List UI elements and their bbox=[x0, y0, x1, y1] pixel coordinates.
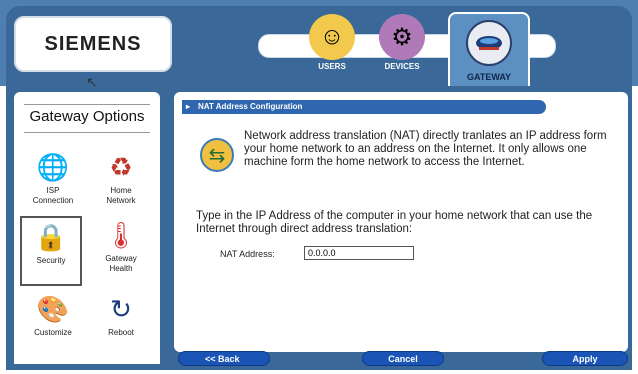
option-home-network[interactable]: ♻ Home Network bbox=[90, 148, 152, 218]
option-label: Health bbox=[109, 264, 133, 273]
nat-address-label: NAT Address: bbox=[220, 249, 275, 259]
siemens-logo: SIEMENS bbox=[14, 16, 172, 72]
option-label: Reboot bbox=[108, 328, 134, 337]
section-title: NAT Address Configuration bbox=[198, 102, 303, 111]
option-label: Network bbox=[106, 196, 136, 205]
tab-devices[interactable]: ⚙ DEVICES bbox=[367, 14, 437, 80]
globe-icon: 🌐 bbox=[36, 151, 70, 182]
divider bbox=[24, 132, 150, 133]
tab-devices-label: DEVICES bbox=[384, 62, 420, 71]
nat-description: Network address translation (NAT) direct… bbox=[244, 130, 607, 168]
tab-users[interactable]: ☺ USERS bbox=[297, 14, 367, 80]
sidebar-title: Gateway Options bbox=[29, 108, 145, 125]
option-label: ISP bbox=[46, 186, 60, 195]
back-button[interactable]: << Back bbox=[178, 351, 270, 366]
apply-button[interactable]: Apply bbox=[542, 351, 628, 366]
tab-gateway[interactable]: GATEWAY bbox=[448, 12, 530, 86]
cancel-button[interactable]: Cancel bbox=[362, 351, 444, 366]
gateway-options-sidebar: Gateway Options 🌐 ISP Connection ♻ Home … bbox=[6, 86, 166, 370]
tab-gateway-label: GATEWAY bbox=[466, 72, 511, 82]
lock-icon: 🔒 bbox=[34, 221, 68, 252]
tab-users-label: USERS bbox=[318, 62, 346, 71]
sidebar-panel: Gateway Options 🌐 ISP Connection ♻ Home … bbox=[14, 92, 160, 364]
reboot-icon: ↻ bbox=[110, 293, 132, 324]
nat-instruction: Type in the IP Address of the computer i… bbox=[196, 210, 593, 235]
top-header: SIEMENS ↖ ☺ USERS ⚙ DEVICES GATEWAY bbox=[0, 0, 638, 90]
option-security[interactable]: 🔒 Security bbox=[20, 216, 82, 286]
option-gateway-health[interactable]: 🌡 Gateway Health bbox=[90, 216, 152, 286]
option-label: Customize bbox=[34, 328, 72, 337]
nat-address-input[interactable] bbox=[304, 246, 414, 260]
divider bbox=[24, 104, 150, 105]
option-label: Security bbox=[36, 256, 66, 265]
gateway-icon bbox=[466, 20, 512, 66]
main-content-area: ▸ NAT Address Configuration ⇆ Network ad… bbox=[166, 86, 632, 370]
option-isp-connection[interactable]: 🌐 ISP Connection bbox=[22, 148, 84, 218]
nat-config-panel: ▸ NAT Address Configuration ⇆ Network ad… bbox=[174, 92, 628, 352]
section-header: ▸ NAT Address Configuration bbox=[182, 100, 546, 114]
thermometer-icon: 🌡 bbox=[104, 219, 138, 250]
section-bullet-icon: ▸ bbox=[186, 102, 191, 111]
devices-icon: ⚙ bbox=[379, 14, 425, 60]
network-icon: ♻ bbox=[109, 151, 133, 182]
users-icon: ☺ bbox=[309, 14, 355, 60]
option-label: Connection bbox=[32, 196, 74, 205]
nat-arrows-icon: ⇆ bbox=[200, 138, 234, 172]
option-reboot[interactable]: ↻ Reboot bbox=[90, 290, 152, 360]
option-label: Home bbox=[110, 186, 132, 195]
palette-icon: 🎨 bbox=[36, 293, 70, 324]
option-label: Gateway bbox=[105, 254, 137, 263]
option-customize[interactable]: 🎨 Customize bbox=[22, 290, 84, 360]
gateway-device-graphic bbox=[476, 36, 502, 50]
